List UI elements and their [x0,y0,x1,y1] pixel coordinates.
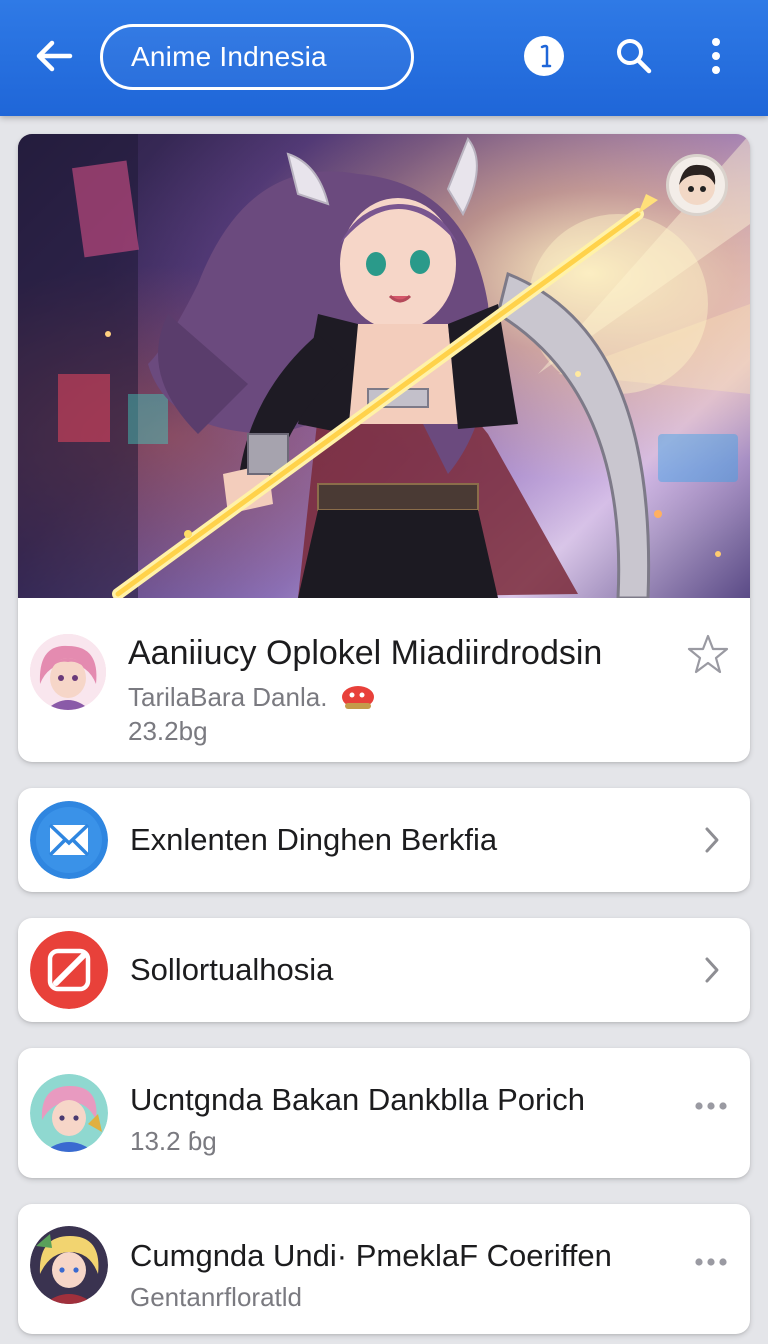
slash-icon [30,931,108,1009]
avatar [30,1226,108,1304]
avatar-icon [30,1074,108,1152]
featured-details: Aaniiucy Oplokel Miadiirdrodsin TarilaBa… [18,598,750,762]
more-horizontal-icon [695,1258,727,1266]
featured-size: 23.2bg [128,716,208,746]
mail-app-icon [30,801,108,879]
anime-girl-avatar-icon [30,634,106,710]
featured-title[interactable]: Aaniiucy Oplokel Miadiirdrodsin [128,634,602,673]
info-button[interactable] [524,36,564,76]
badge-icon [342,685,375,709]
creator-avatar[interactable] [666,154,728,216]
list-item-label: Sollortualhosia [130,952,334,987]
featured-subtitle-row: TarilaBara Danla. [128,682,377,713]
list-item-sub: Gentanrfloratld [130,1282,302,1312]
creator-avatar-icon [679,164,716,205]
more-options-button[interactable] [694,32,738,80]
avatar-icon [30,1226,108,1304]
back-arrow-icon [36,40,73,72]
item-options-button[interactable] [686,1242,736,1282]
star-outline-icon [687,634,729,674]
chevron-right-icon [694,820,730,860]
featured-thumbnail[interactable] [30,634,106,710]
more-vertical-icon [712,38,720,74]
featured-card[interactable]: Aaniiucy Oplokel Miadiirdrodsin TarilaBa… [18,134,750,762]
info-icon [540,44,552,68]
list-item-label: Exnlenten Dinghen Berkfia [130,822,498,857]
list-item[interactable]: Sollortualhosia [18,918,750,1022]
list-item-label: Cumgnda Undi· PmeklaF Coeriffen [130,1238,612,1273]
item-options-button[interactable] [686,1086,736,1126]
page-title[interactable]: Anime Indnesia [100,24,414,90]
list-item-label: Ucntgnda Bakan Dankblla Porich [130,1082,585,1117]
featured-artwork[interactable] [18,134,750,598]
featured-subtitle: TarilaBara Danla. [128,682,328,712]
mail-icon [30,801,108,879]
list-item[interactable]: Ucntgnda Bakan Dankblla Porich 13.2 ɓg [18,1048,750,1178]
avatar [30,1074,108,1152]
favorite-button[interactable] [684,630,732,678]
chevron-right-icon [694,950,730,990]
anime-character-illustration [18,134,750,598]
search-icon [617,39,652,74]
search-button[interactable] [610,32,658,80]
back-button[interactable] [28,32,80,80]
more-horizontal-icon [695,1102,727,1110]
list-item[interactable]: Cumgnda Undi· PmeklaF Coeriffen Gentanrf… [18,1204,750,1334]
red-app-icon [30,931,108,1009]
app-bar: Anime Indnesia [0,0,768,116]
list-item[interactable]: Exnlenten Dinghen Berkfia [18,788,750,892]
list-item-sub: 13.2 ɓg [130,1126,217,1156]
